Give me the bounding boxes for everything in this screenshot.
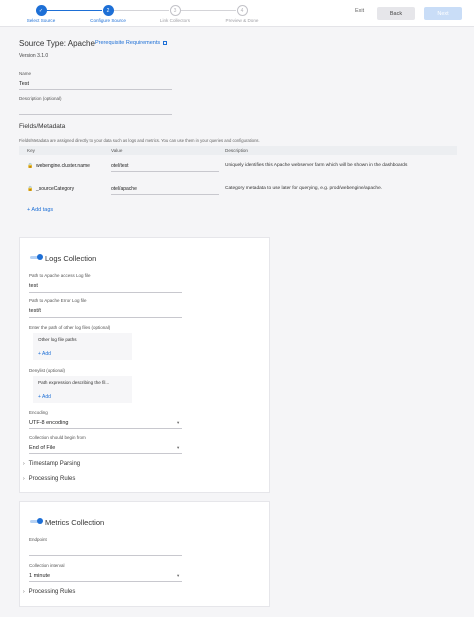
step-number: 3	[169, 5, 181, 16]
back-button[interactable]: Back	[377, 7, 415, 20]
field-description: Uniquely identifies this Apache webserve…	[225, 163, 408, 168]
chevron-right-icon: ›	[23, 476, 25, 482]
field-key: _sourceCategory	[36, 186, 75, 192]
exit-button[interactable]: Exit	[355, 8, 364, 14]
begin-underline	[29, 453, 182, 454]
metrics-toggle[interactable]	[30, 518, 43, 524]
endpoint-label: Endpoint	[29, 537, 47, 542]
toggle-knob	[37, 254, 43, 260]
prerequisite-label: Prerequisite Requirements	[95, 40, 161, 46]
toggle-knob	[37, 518, 43, 524]
endpoint-input[interactable]	[29, 547, 182, 554]
denylist-list: Path expression describing the fil... + …	[33, 376, 132, 403]
other-log-paths-header: Other log file paths	[38, 337, 77, 342]
access-log-input[interactable]: test	[29, 283, 38, 289]
other-log-paths-list: Other log file paths + Add	[33, 333, 132, 360]
column-value: Value	[111, 148, 123, 153]
step-number: 2	[102, 5, 114, 16]
check-icon: ✓	[35, 5, 47, 16]
name-underline	[19, 89, 172, 90]
field-description: Category metadata to use later for query…	[225, 186, 383, 191]
error-log-underline	[29, 317, 182, 318]
fields-table-header: Key Value Description	[19, 146, 457, 155]
begin-select[interactable]: End of File	[29, 445, 55, 451]
add-tags-button[interactable]: + Add tags	[27, 207, 53, 213]
chevron-right-icon: ›	[23, 461, 25, 467]
description-underline	[19, 114, 172, 115]
value-underline	[111, 194, 219, 195]
add-other-log-path-button[interactable]: + Add	[38, 351, 51, 357]
logs-toggle[interactable]	[30, 254, 43, 260]
timestamp-parsing-label: Timestamp Parsing	[28, 461, 81, 467]
next-button[interactable]: Next	[424, 7, 462, 20]
step-label: Link Collectors	[159, 18, 191, 23]
external-link-icon	[163, 40, 168, 45]
wizard-header: ✓ Select Source 2 Configure Source 3 Lin…	[0, 0, 474, 27]
metrics-collection-title: Metrics Collection	[45, 518, 105, 527]
name-label: Name	[19, 71, 32, 76]
encoding-underline	[29, 428, 182, 429]
value-underline	[111, 171, 219, 172]
description-label: Description (optional)	[19, 96, 62, 101]
logs-collection-card: Logs Collection Path to Apache access Lo…	[19, 237, 270, 493]
denylist-label: Denylist (optional)	[29, 368, 66, 373]
access-log-underline	[29, 292, 182, 293]
step-label: Select Source	[26, 18, 56, 23]
step-configure-source[interactable]: 2 Configure Source	[78, 5, 138, 23]
chevron-down-icon[interactable]: ▾	[177, 573, 179, 579]
processing-rules-label: Processing Rules	[28, 589, 76, 595]
step-select-source[interactable]: ✓ Select Source	[11, 5, 71, 23]
field-value-input[interactable]: otel/apache	[111, 186, 137, 192]
lock-icon: 🔒	[27, 163, 34, 169]
interval-label: Collection interval	[29, 563, 65, 568]
page-title: Source Type: Apache	[19, 39, 95, 48]
interval-underline	[29, 581, 182, 582]
step-label: Configure Source	[90, 18, 126, 23]
metrics-collection-card: Metrics Collection Endpoint Collection i…	[19, 501, 270, 607]
endpoint-underline	[29, 555, 182, 556]
column-key: Key	[27, 148, 35, 153]
logs-collection-title: Logs Collection	[45, 254, 97, 263]
name-input[interactable]: Test	[19, 81, 29, 87]
timestamp-parsing-toggle[interactable]: › Timestamp Parsing	[23, 461, 80, 467]
metrics-processing-rules-toggle[interactable]: › Processing Rules	[23, 589, 75, 595]
access-log-label: Path to Apache access Log file	[29, 273, 91, 278]
fields-section-description: Fields/Metadata are assigned directly to…	[19, 138, 260, 143]
encoding-select[interactable]: UTF-8 encoding	[29, 420, 68, 426]
chevron-down-icon[interactable]: ▾	[177, 445, 179, 451]
add-denylist-button[interactable]: + Add	[38, 394, 51, 400]
other-logs-label: Enter the path of other log files (optio…	[29, 325, 111, 330]
prerequisite-link[interactable]: Prerequisite Requirements	[95, 40, 168, 46]
denylist-header: Path expression describing the fil...	[38, 380, 110, 385]
version-text: Version 3.1.0	[19, 53, 49, 59]
description-input[interactable]	[19, 106, 172, 113]
fields-section-title: Fields/Metadata	[19, 123, 66, 130]
step-link-collectors[interactable]: 3 Link Collectors	[145, 5, 205, 23]
processing-rules-label: Processing Rules	[28, 476, 76, 482]
configure-source-page: ✓ Select Source 2 Configure Source 3 Lin…	[0, 0, 474, 617]
field-value-input[interactable]: otel/test	[111, 163, 129, 169]
error-log-label: Path to Apache Error Log file	[29, 298, 87, 303]
step-number: 4	[236, 5, 248, 16]
field-key: webengine.cluster.name	[36, 163, 90, 169]
column-description: Description	[225, 148, 248, 153]
table-row: 🔒 _sourceCategory otel/apache Category m…	[19, 182, 457, 202]
table-row: 🔒 webengine.cluster.name otel/test Uniqu…	[19, 159, 457, 179]
chevron-right-icon: ›	[23, 589, 25, 595]
interval-select[interactable]: 1 minute	[29, 573, 50, 579]
error-log-input[interactable]: test/t	[29, 308, 41, 314]
chevron-down-icon[interactable]: ▾	[177, 420, 179, 426]
lock-icon: 🔒	[27, 186, 34, 192]
encoding-label: Encoding	[29, 410, 48, 415]
begin-label: Collection should begin from	[29, 435, 86, 440]
step-preview-done[interactable]: 4 Preview & Done	[212, 5, 272, 23]
logs-processing-rules-toggle[interactable]: › Processing Rules	[23, 476, 75, 482]
step-label: Preview & Done	[225, 18, 259, 23]
